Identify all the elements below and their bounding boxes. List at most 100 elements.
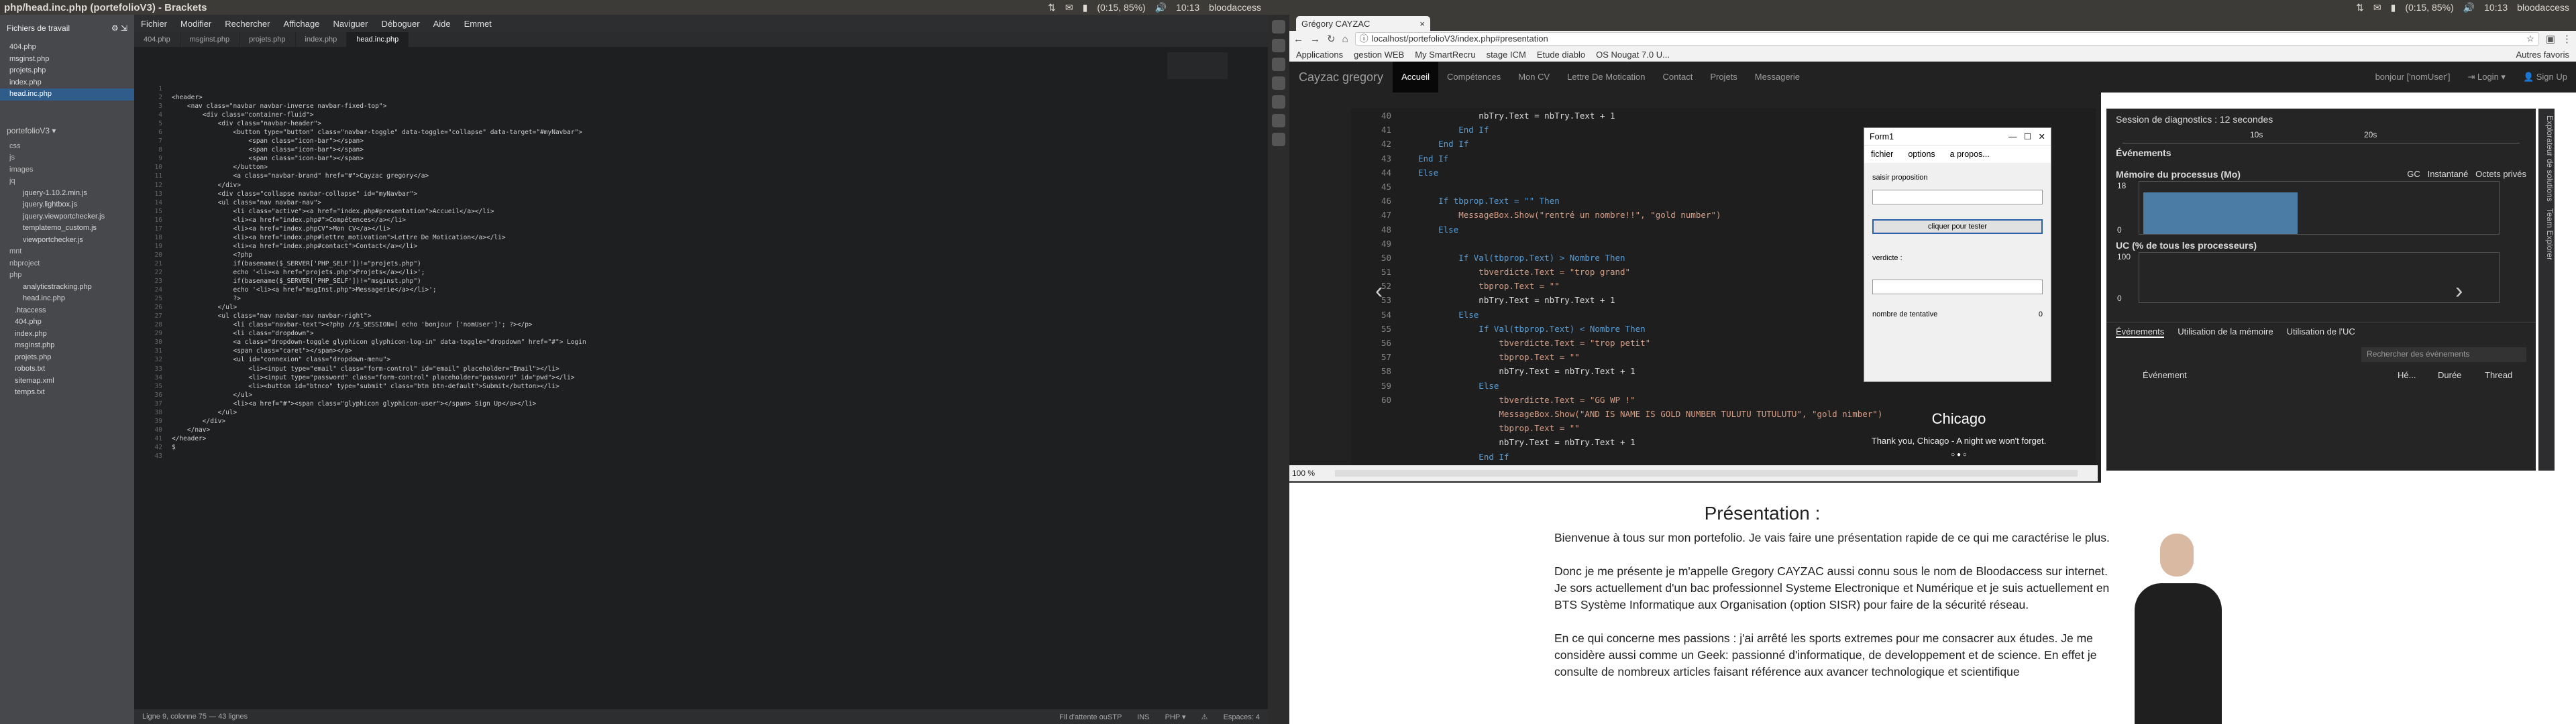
events-search[interactable]: Rechercher des événements xyxy=(2361,347,2526,362)
horizontal-scrollbar[interactable] xyxy=(1335,470,2078,477)
menu-aide[interactable]: Aide xyxy=(427,19,458,29)
working-file[interactable]: projets.php xyxy=(9,65,134,77)
tab-memory[interactable]: Utilisation de la mémoire xyxy=(2178,326,2273,338)
code-line[interactable]: <div class="collapse navbar-collapse" id… xyxy=(172,190,1268,198)
memory-section[interactable]: Mémoire du processus (Mo) xyxy=(2116,169,2241,180)
file-item[interactable]: jquery.lightbox.js xyxy=(0,199,134,211)
user-name[interactable]: bloodaccess xyxy=(2517,2,2569,13)
menu-fichier[interactable]: Fichier xyxy=(134,19,174,29)
menu-affichage[interactable]: Affichage xyxy=(276,19,326,29)
nav-lettre[interactable]: Lettre De Motication xyxy=(1558,62,1654,93)
signup-link[interactable]: 👤 Sign Up xyxy=(2514,62,2576,93)
menu-emmet[interactable]: Emmet xyxy=(458,19,498,29)
code-line[interactable]: </div> xyxy=(172,417,1268,426)
code-line[interactable]: </ul> xyxy=(172,391,1268,400)
code-line[interactable]: <a class="navbar-brand" href="#">Cayzac … xyxy=(172,172,1268,180)
battery-icon[interactable]: ▮ xyxy=(1083,2,1088,13)
menu-dots-icon[interactable]: ⋮ xyxy=(2562,33,2572,45)
battery-status[interactable]: (0:15, 85%) xyxy=(1097,2,1145,13)
code-line[interactable]: <span class="icon-bar"></span> xyxy=(172,137,1268,145)
bookmark-apps[interactable]: Applications xyxy=(1296,50,1343,60)
test-button[interactable]: cliquer pour tester xyxy=(1872,219,2043,234)
bookmark[interactable]: My SmartRecru xyxy=(1415,50,1475,60)
file-item[interactable]: jquery-1.10.2.min.js xyxy=(0,188,134,200)
tab-404[interactable]: 404.php xyxy=(134,32,180,47)
launcher-icon[interactable] xyxy=(1272,20,1285,34)
code-line[interactable]: $ xyxy=(172,443,1268,452)
code-line[interactable]: </div> xyxy=(172,181,1268,190)
code-line[interactable]: <li class="dropdown"> xyxy=(172,329,1268,338)
folder-item[interactable]: js xyxy=(0,152,134,164)
code-line[interactable]: <ul class="nav navbar-nav navbar-right"> xyxy=(172,312,1268,320)
folder-item[interactable]: images xyxy=(0,164,134,176)
bookmark[interactable]: OS Nougat 7.0 U... xyxy=(1596,50,1670,60)
code-line[interactable]: </header> xyxy=(172,434,1268,443)
mail-icon[interactable]: ✉ xyxy=(2373,2,2381,13)
code-line[interactable]: <header> xyxy=(172,93,1268,102)
folder-item[interactable]: mnt xyxy=(0,246,134,258)
nav-accueil[interactable]: Accueil xyxy=(1393,62,1438,93)
file-item[interactable]: jquery.viewportchecker.js xyxy=(0,211,134,223)
menu-deboguer[interactable]: Déboguer xyxy=(374,19,426,29)
nav-competences[interactable]: Compétences xyxy=(1438,62,1509,93)
code-line[interactable]: <li><input type="email" class="form-cont… xyxy=(172,365,1268,373)
working-file-active[interactable]: head.inc.php xyxy=(0,88,134,101)
project-dropdown[interactable]: portefolioV3 ▾ xyxy=(0,123,134,138)
settings-icon[interactable]: ⚙ ⇲ xyxy=(111,23,127,33)
launcher-icon[interactable] xyxy=(1272,133,1285,146)
code-line[interactable]: <li><a href="index.php#">Compétences</a>… xyxy=(172,216,1268,225)
login-link[interactable]: ⇥ Login ▾ xyxy=(2459,62,2514,93)
code-editor[interactable]: 1 2 3 4 5 6 7 8 9 10 11 12 13 14 15 16 17 18 19 20 21 22 23 24 2… xyxy=(134,47,1268,709)
cpu-section[interactable]: UC (% de tous les processeurs) xyxy=(2106,235,2536,252)
bookmark[interactable]: gestion WEB xyxy=(1354,50,1404,60)
volume-icon[interactable]: 🔊 xyxy=(2463,2,2475,13)
launcher-icon[interactable] xyxy=(1272,114,1285,127)
file-item[interactable]: robots.txt xyxy=(0,363,134,375)
tab-head-inc[interactable]: head.inc.php xyxy=(347,32,409,47)
code-line[interactable] xyxy=(172,452,1268,461)
code-line[interactable]: if(basename($_SERVER['PHP_SELF'])!="proj… xyxy=(172,259,1268,268)
team-explorer-tab[interactable]: Team Explorer xyxy=(2545,208,2555,260)
diag-timeline[interactable]: 10s 20s xyxy=(2123,130,2520,143)
code-line[interactable]: </button> xyxy=(172,163,1268,172)
folder-item[interactable]: nbproject xyxy=(0,258,134,270)
col-event[interactable]: Événement xyxy=(2143,370,2398,380)
code-line[interactable]: <span class="caret"></span></a> xyxy=(172,347,1268,355)
mail-icon[interactable]: ✉ xyxy=(1065,2,1073,13)
code-line[interactable]: ?> xyxy=(172,294,1268,303)
code-line[interactable]: <li><button id="btnco" type="submit" cla… xyxy=(172,382,1268,391)
home-icon[interactable]: ⌂ xyxy=(1342,34,1348,45)
launcher-icon[interactable] xyxy=(1272,39,1285,52)
status-queue[interactable]: Fil d'attente ouSTP xyxy=(1059,713,1122,721)
code-line[interactable]: <ul class="nav navbar-nav"> xyxy=(172,198,1268,207)
code-line[interactable]: echo '<li><a href="msgInst.php">Messager… xyxy=(172,286,1268,294)
file-item[interactable]: templatemo_custom.js xyxy=(0,223,134,235)
user-name[interactable]: bloodaccess xyxy=(1209,2,1261,13)
tab-cpu[interactable]: Utilisation de l'UC xyxy=(2287,326,2355,338)
page-info-icon[interactable]: ⓘ xyxy=(1360,33,1368,45)
network-icon[interactable]: ⇅ xyxy=(2356,2,2364,13)
bookmark[interactable]: Etude diablo xyxy=(1537,50,1585,60)
status-language[interactable]: PHP ▾ xyxy=(1165,713,1186,721)
col-duration[interactable]: Durée xyxy=(2438,370,2485,380)
form1-menu-apropos[interactable]: a propos... xyxy=(1950,149,1990,159)
carousel-prev-icon[interactable]: ‹ xyxy=(1375,278,1383,304)
folder-item[interactable]: jq xyxy=(0,176,134,188)
battery-icon[interactable]: ▮ xyxy=(2391,2,2396,13)
file-item[interactable]: head.inc.php xyxy=(0,293,134,305)
working-file[interactable]: index.php xyxy=(9,77,134,89)
code-minimap[interactable] xyxy=(1167,52,1228,79)
carousel-next-icon[interactable]: › xyxy=(2455,278,2463,304)
file-item[interactable]: 404.php xyxy=(0,316,134,328)
code-line[interactable]: <div class="navbar-header"> xyxy=(172,119,1268,128)
network-icon[interactable]: ⇅ xyxy=(1048,2,1056,13)
code-line[interactable]: <nav class="navbar navbar-inverse navbar… xyxy=(172,102,1268,111)
verdict-field[interactable] xyxy=(1872,280,2043,294)
code-line[interactable]: echo '<li><a href="projets.php">Projets<… xyxy=(172,268,1268,277)
status-indent[interactable]: Espaces: 4 xyxy=(1224,713,1260,721)
other-bookmarks[interactable]: Autres favoris xyxy=(2516,50,2576,60)
clock[interactable]: 10:13 xyxy=(1176,2,1199,13)
bookmark[interactable]: stage ICM xyxy=(1487,50,1526,60)
nav-cv[interactable]: Mon CV xyxy=(1509,62,1558,93)
code-line[interactable]: <li class="active"><a href="index.php#pr… xyxy=(172,207,1268,216)
